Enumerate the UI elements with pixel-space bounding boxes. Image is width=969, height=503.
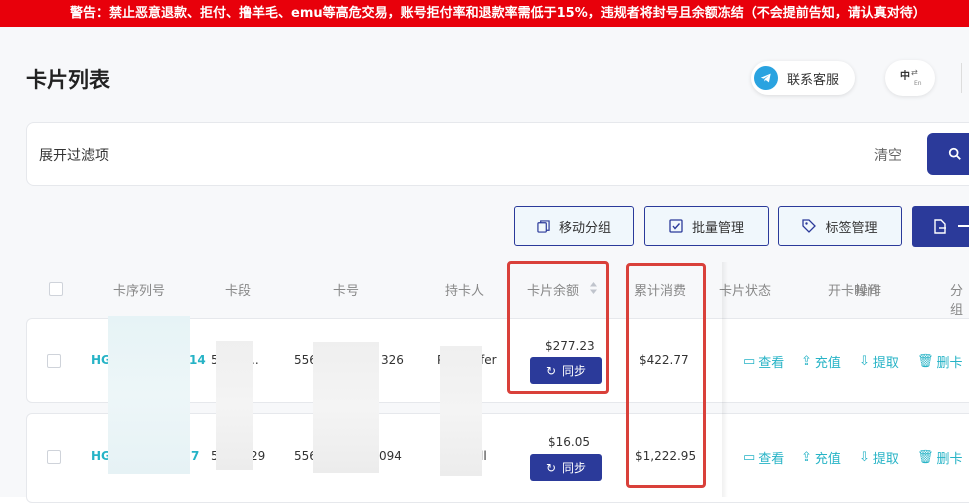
batch-manage-button[interactable]: 批量管理 [644, 206, 769, 246]
export-button[interactable] [912, 206, 969, 247]
contact-support-label: 联系客服 [787, 72, 840, 88]
delete-action[interactable]: 🗑 删卡 [917, 448, 963, 467]
view-label: 查看 [758, 452, 785, 467]
view-action[interactable]: ▭ 查看 [743, 352, 784, 371]
lang-zh-label: 中 [900, 71, 910, 82]
fixed-column-shadow [722, 262, 728, 497]
highlight-balance-column [507, 261, 609, 394]
redaction-serial [108, 316, 190, 474]
card-icon: ▭ [743, 450, 756, 465]
cardholder-suffix: fer [480, 353, 497, 367]
delete-action[interactable]: 🗑 删卡 [917, 352, 963, 371]
sync-label: 同步 [562, 461, 587, 475]
delete-label: 删卡 [936, 452, 963, 467]
card-icon: ▭ [743, 354, 756, 369]
col-header-card-number: 卡号 [333, 284, 360, 299]
clear-filters-link[interactable]: 清空 [874, 145, 902, 165]
recharge-action[interactable]: ⇪ 充值 [801, 448, 841, 467]
recharge-label: 充值 [814, 356, 841, 371]
move-group-label: 移动分组 [558, 220, 611, 236]
trash-icon: 🗑 [917, 450, 934, 465]
sync-button[interactable]: ↻ 同步 [530, 454, 602, 481]
highlight-total-spend-column [626, 263, 706, 488]
telegram-icon [754, 66, 778, 90]
export-icon [934, 219, 946, 234]
filter-bar: 展开过滤项 清空 [26, 122, 969, 186]
tag-manage-label: 标签管理 [825, 220, 878, 236]
move-group-button[interactable]: 移动分组 [514, 206, 634, 246]
view-action[interactable]: ▭ 查看 [743, 448, 784, 467]
expand-filters-link[interactable]: 展开过滤项 [39, 145, 109, 165]
col-header-actions: 操作 [855, 284, 882, 299]
withdraw-icon: ⇩ [859, 450, 870, 465]
card-number-suffix: 094 [379, 449, 402, 463]
search-button[interactable] [927, 133, 969, 175]
recharge-icon: ⇪ [801, 450, 812, 465]
redaction-cardholder [440, 346, 482, 476]
swap-icon: ⇄ [911, 68, 918, 77]
withdraw-icon: ⇩ [859, 354, 870, 369]
redaction-card-number [313, 342, 379, 473]
recharge-action[interactable]: ⇪ 充值 [801, 352, 841, 371]
checkbox-list-icon [669, 219, 683, 233]
page-title: 卡片列表 [26, 68, 110, 92]
withdraw-label: 提取 [872, 356, 899, 371]
lang-en-label: En [914, 80, 922, 87]
language-switch-button[interactable]: 中 ⇄ En [885, 60, 935, 96]
withdraw-label: 提取 [872, 452, 899, 467]
redaction-segment [216, 341, 253, 470]
col-header-group: 分组 [950, 284, 964, 318]
withdraw-action[interactable]: ⇩ 提取 [859, 448, 899, 467]
recharge-icon: ⇪ [801, 354, 812, 369]
contact-support-button[interactable]: 联系客服 [751, 61, 855, 95]
col-header-cardholder: 持卡人 [445, 284, 485, 299]
card-number-suffix: 326 [381, 353, 404, 367]
tag-icon [802, 219, 817, 233]
select-all-checkbox[interactable] [49, 282, 63, 296]
tag-manage-button[interactable]: 标签管理 [778, 206, 902, 246]
card-serial-suffix[interactable]: 7 [191, 449, 199, 463]
row-checkbox[interactable] [47, 354, 61, 368]
withdraw-action[interactable]: ⇩ 提取 [859, 352, 899, 371]
trash-icon: 🗑 [917, 354, 934, 369]
header-divider [961, 63, 962, 93]
search-icon [948, 147, 961, 160]
row-checkbox[interactable] [47, 450, 61, 464]
refresh-icon: ↻ [545, 460, 557, 475]
recharge-label: 充值 [814, 452, 841, 467]
copy-icon [537, 219, 550, 233]
card-balance: $16.05 [548, 435, 590, 449]
col-header-segment: 卡段 [225, 284, 252, 299]
view-label: 查看 [758, 356, 785, 371]
export-dash [958, 225, 969, 227]
card-serial-suffix[interactable]: 14 [189, 353, 206, 367]
delete-label: 删卡 [936, 356, 963, 371]
warning-banner: 警告：禁止恶意退款、拒付、撸羊毛、emu等高危交易，账号拒付率和退款率需低于15… [0, 0, 969, 27]
batch-manage-label: 批量管理 [691, 220, 744, 236]
col-header-serial: 卡序列号 [113, 284, 166, 299]
